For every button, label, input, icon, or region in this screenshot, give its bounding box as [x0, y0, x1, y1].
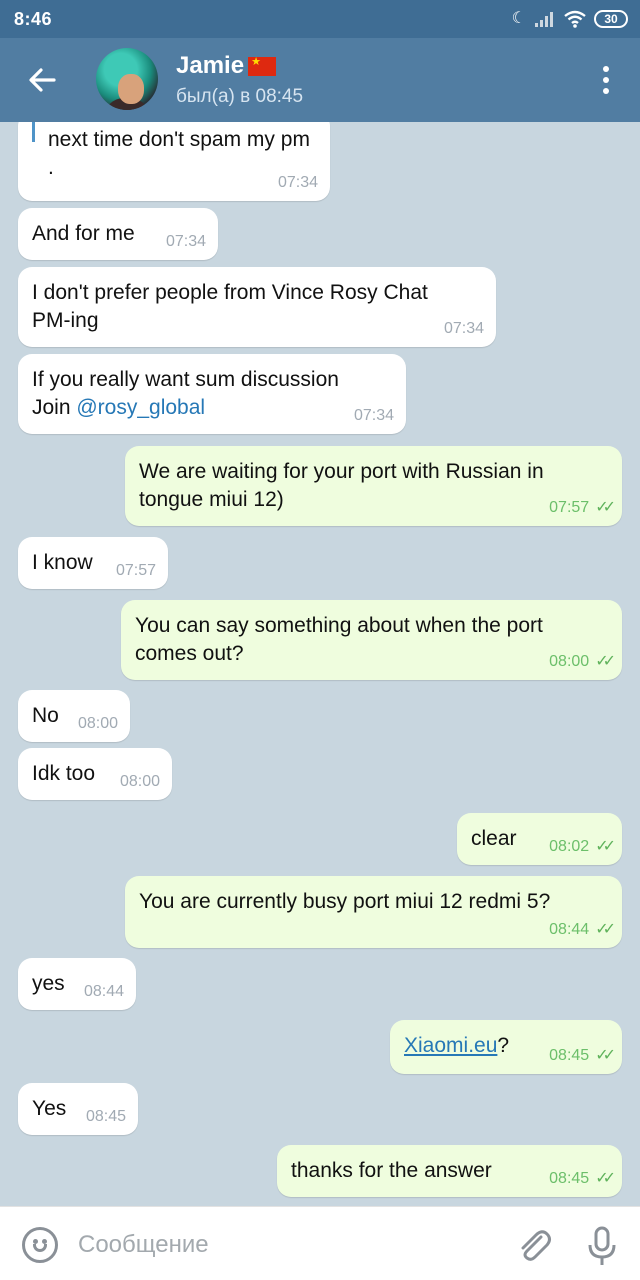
- message-outgoing[interactable]: thanks for the answer 08:45 ✓✓: [277, 1145, 622, 1197]
- double-check-icon: ✓✓: [595, 1047, 616, 1064]
- chat-header: Jamie был(а) в 08:45: [0, 38, 640, 122]
- contact-name-text: Jamie: [176, 52, 245, 79]
- message-outgoing[interactable]: We are waiting for your port with Russia…: [125, 446, 622, 526]
- emoji-icon[interactable]: [22, 1227, 58, 1263]
- double-check-icon: ✓✓: [595, 499, 616, 516]
- reply-quote-bar: [32, 122, 35, 142]
- message-text: clear: [471, 827, 517, 850]
- last-seen-status: был(а) в 08:45: [176, 86, 304, 107]
- message-time: 08:00: [77, 715, 118, 732]
- message-outgoing[interactable]: Xiaomi.eu? 08:45 ✓✓: [390, 1020, 622, 1074]
- mention-link[interactable]: @rosy_global: [76, 396, 205, 419]
- message-time: 07:34: [443, 320, 484, 337]
- message-incoming[interactable]: Yes 08:45: [18, 1083, 138, 1135]
- message-time: 08:02: [549, 838, 590, 855]
- message-composer: Сообщение: [0, 1206, 640, 1280]
- message-incoming[interactable]: No 08:00: [18, 690, 130, 742]
- message-text: No: [32, 704, 59, 727]
- message-text: thanks for the answer: [291, 1159, 492, 1182]
- message-time: 07:57: [115, 562, 156, 579]
- message-incoming[interactable]: yes 08:44: [18, 958, 136, 1010]
- message-time: 07:34: [353, 407, 394, 424]
- avatar[interactable]: [96, 48, 158, 110]
- microphone-icon[interactable]: [584, 1225, 620, 1267]
- double-check-icon: ✓✓: [595, 838, 616, 855]
- china-flag-icon: [248, 55, 277, 76]
- paperclip-icon[interactable]: [514, 1225, 554, 1265]
- message-text: next time don't spam my pm .: [48, 128, 310, 179]
- more-vertical-icon: [603, 66, 609, 72]
- message-time: 07:34: [277, 174, 318, 191]
- message-time: 08:45: [85, 1108, 126, 1125]
- back-button[interactable]: [22, 60, 62, 100]
- message-incoming[interactable]: If you really want sum discussion Join @…: [18, 354, 406, 434]
- arrow-left-icon: [29, 68, 56, 92]
- message-time: 08:45: [549, 1170, 590, 1187]
- message-incoming[interactable]: I know 07:57: [18, 537, 168, 589]
- status-time: 8:46: [14, 9, 53, 29]
- message-outgoing[interactable]: You can say something about when the por…: [121, 600, 622, 680]
- battery-icon: 30: [594, 10, 628, 28]
- message-text: We are waiting for your port with Russia…: [139, 460, 544, 511]
- message-text: You can say something about when the por…: [135, 614, 543, 665]
- message-time: 08:44: [83, 983, 124, 1000]
- message-time: 08:00: [549, 653, 590, 670]
- message-time: 08:45: [549, 1047, 590, 1064]
- message-time: 08:44: [549, 921, 590, 938]
- message-incoming[interactable]: I don't prefer people from Vince Rosy Ch…: [18, 267, 496, 347]
- moon-icon: ☾: [511, 10, 526, 27]
- message-text: If you really want sum discussion Join @…: [32, 368, 339, 419]
- message-list[interactable]: next time don't spam my pm . 07:34 And f…: [0, 122, 640, 1206]
- wifi-icon: [564, 10, 586, 28]
- message-outgoing[interactable]: You are currently busy port miui 12 redm…: [125, 876, 622, 948]
- message-text: You are currently busy port miui 12 redm…: [139, 890, 551, 913]
- message-incoming[interactable]: And for me 07:34: [18, 208, 218, 260]
- signal-icon: [535, 12, 553, 27]
- double-check-icon: ✓✓: [595, 653, 616, 670]
- message-text: Yes: [32, 1097, 67, 1120]
- contact-name[interactable]: Jamie: [176, 52, 277, 80]
- status-bar: 8:46 ☾ 30: [0, 0, 640, 38]
- message-text: Xiaomi.eu?: [404, 1034, 510, 1057]
- double-check-icon: ✓✓: [595, 1170, 616, 1187]
- site-link[interactable]: Xiaomi.eu: [404, 1034, 497, 1057]
- message-incoming[interactable]: Idk too 08:00: [18, 748, 172, 800]
- message-time: 07:34: [165, 233, 206, 250]
- more-menu-button[interactable]: [594, 64, 618, 96]
- message-time: 07:57: [549, 499, 590, 516]
- message-text: I don't prefer people from Vince Rosy Ch…: [32, 281, 428, 332]
- message-text: I know: [32, 551, 93, 574]
- message-outgoing[interactable]: clear 08:02 ✓✓: [457, 813, 622, 865]
- double-check-icon: ✓✓: [595, 921, 616, 938]
- message-incoming[interactable]: next time don't spam my pm . 07:34: [18, 122, 330, 201]
- status-icons: ☾ 30: [512, 7, 628, 31]
- message-text: And for me: [32, 222, 135, 245]
- message-input[interactable]: Сообщение: [78, 1231, 209, 1259]
- message-time: 08:00: [119, 773, 160, 790]
- message-text: Idk too: [32, 762, 96, 785]
- message-text: yes: [32, 972, 65, 995]
